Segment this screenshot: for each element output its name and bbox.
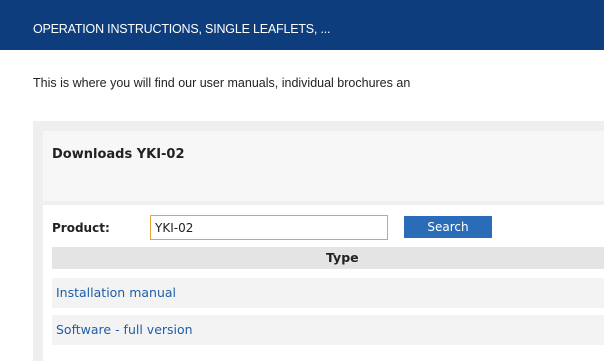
software-full-version-link[interactable]: Software - full version [56,315,193,345]
table-row: Software - full version [52,315,604,345]
product-input[interactable] [150,215,388,240]
table-row: Installation manual [52,278,604,308]
downloads-title: Downloads YKI-02 [52,147,185,162]
search-button[interactable]: Search [404,216,492,238]
installation-manual-link[interactable]: Installation manual [56,278,176,308]
page-header-title: OPERATION INSTRUCTIONS, SINGLE LEAFLETS,… [33,22,331,36]
downloads-panel-header [43,131,604,201]
intro-text: This is where you will find our user man… [33,76,411,90]
type-column-header: Type [52,247,604,269]
product-label: Product: [52,221,110,235]
type-header-label: Type [326,250,359,265]
